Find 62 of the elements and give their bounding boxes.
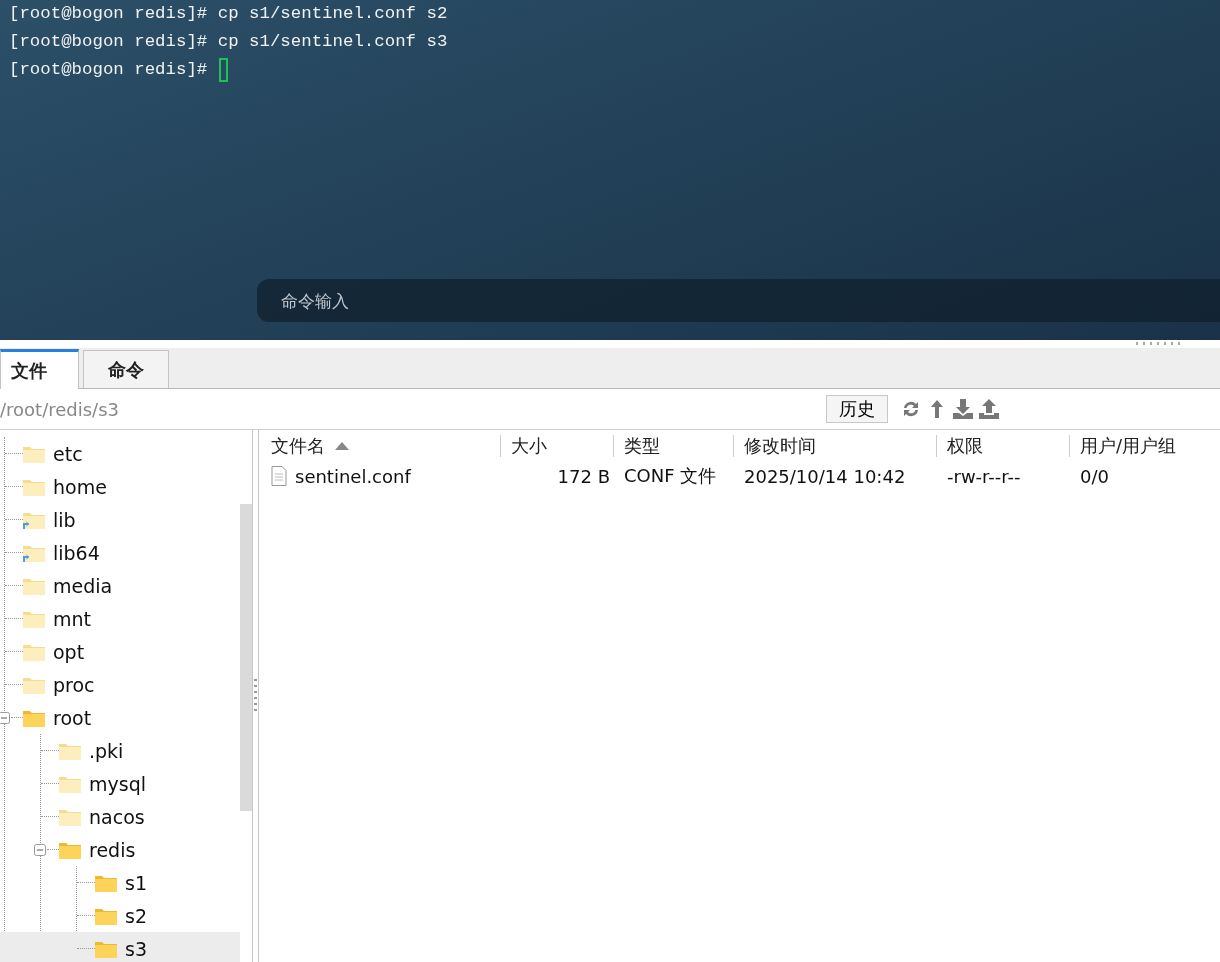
folder-shortcut-icon [23, 510, 45, 529]
collapse-icon[interactable] [0, 711, 10, 724]
tree-item[interactable]: mnt [5, 602, 240, 635]
table-cell-text: -rw-r--r-- [946, 465, 1022, 487]
tree-item[interactable]: nacos [41, 800, 240, 833]
tree-item[interactable]: s3 [0, 932, 240, 962]
tree-item[interactable]: media [5, 569, 240, 602]
column-header[interactable]: 文件名 [261, 435, 501, 457]
folder-icon [23, 444, 45, 463]
folder-icon [59, 807, 81, 826]
tree-item[interactable]: etc [5, 437, 240, 470]
history-button[interactable]: 历史 [826, 395, 888, 423]
command-input-field[interactable]: 命令输入 [257, 279, 1220, 322]
file-icon [271, 466, 287, 486]
tree-item[interactable]: proc [5, 668, 240, 701]
tree-item[interactable]: mysql [41, 767, 240, 800]
folder-icon [23, 609, 45, 628]
tree-item[interactable]: home [5, 470, 240, 503]
table-cell: sentinel.conf [295, 465, 411, 487]
folder-icon [23, 642, 45, 661]
column-header[interactable]: 权限 [937, 435, 1070, 457]
scrollbar[interactable] [240, 504, 252, 811]
folder-icon [23, 477, 45, 496]
column-header[interactable]: 类型 [614, 435, 734, 457]
folder-icon [95, 939, 117, 958]
download-icon[interactable] [952, 398, 974, 420]
splitter-grip[interactable] [254, 679, 257, 713]
upload-icon[interactable] [978, 398, 1000, 420]
folder-icon [59, 774, 81, 793]
table-cell-text: 0/0 [1079, 465, 1110, 487]
resize-grip[interactable] [1136, 342, 1180, 345]
folder-icon [59, 840, 81, 859]
tree-item[interactable]: .pki [41, 734, 240, 767]
path-field[interactable]: /root/redis/s3 [0, 398, 826, 420]
tree-item[interactable]: s1 [77, 866, 240, 899]
terminal-line: [root@bogon redis]# cp s1/sentinel.conf s3 [9, 31, 448, 53]
text-cursor [218, 58, 228, 82]
tab[interactable]: 文件 [0, 349, 79, 389]
tree-item[interactable]: lib [5, 503, 240, 536]
folder-icon [23, 675, 45, 694]
collapse-icon[interactable] [34, 843, 46, 856]
terminal-line: [root@bogon redis]# [9, 59, 209, 81]
column-header[interactable]: 修改时间 [734, 435, 937, 457]
folder-icon [23, 576, 45, 595]
tree-item[interactable]: s2 [77, 899, 240, 932]
column-header[interactable]: 大小 [501, 435, 614, 457]
table-cell-text: 2025/10/14 10:42 [743, 465, 907, 487]
table-cell-text: CONF 文件 [623, 464, 718, 488]
folder-shortcut-icon [23, 543, 45, 562]
folder-icon [95, 906, 117, 925]
tree-item[interactable]: redis [47, 833, 240, 866]
terminal-line: [root@bogon redis]# cp s1/sentinel.conf s2 [9, 3, 448, 25]
table-cell-text: 172 B [556, 465, 611, 487]
tree-item[interactable]: opt [5, 635, 240, 668]
folder-icon [59, 741, 81, 760]
column-header[interactable]: 用户/用户组 [1070, 435, 1220, 457]
sort-ascending-icon [335, 442, 349, 450]
folder-icon [23, 708, 45, 727]
tab[interactable]: 命令 [83, 350, 169, 388]
tree-item[interactable]: lib64 [5, 536, 240, 569]
folder-icon [95, 873, 117, 892]
tree-item[interactable]: root [11, 701, 240, 734]
